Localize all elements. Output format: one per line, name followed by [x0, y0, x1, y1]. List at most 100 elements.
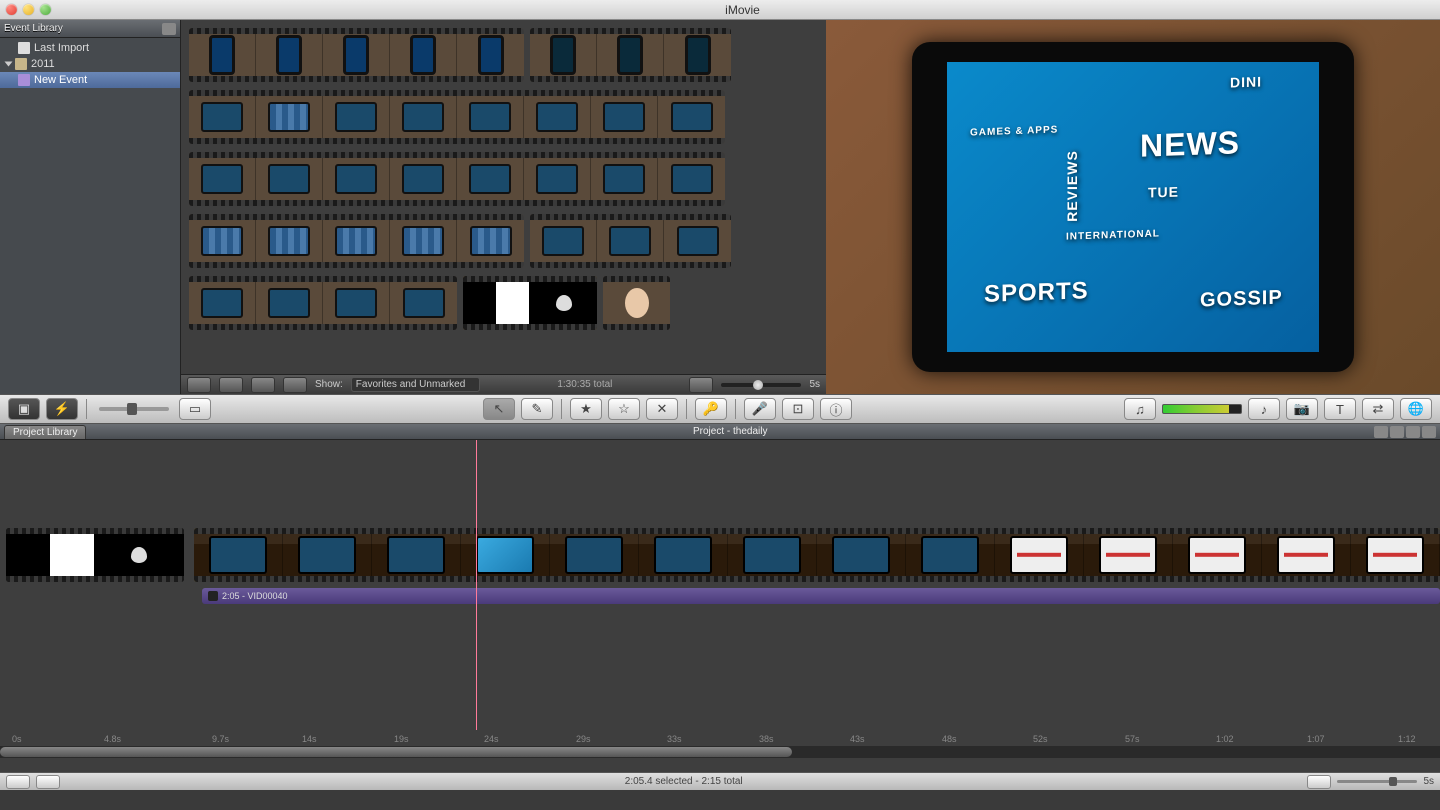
ruler-tick: 1:07: [1307, 734, 1325, 744]
play-fullscreen-button[interactable]: [219, 377, 243, 393]
unmark-button[interactable]: ☆: [608, 398, 640, 420]
maps-browser-button[interactable]: 🌐: [1400, 398, 1432, 420]
thumbnail-size-toggle[interactable]: [689, 377, 713, 393]
playhead[interactable]: [476, 440, 477, 730]
event-clip-selected[interactable]: [463, 276, 597, 330]
project-view-controls: [1374, 426, 1440, 438]
event-clip[interactable]: [189, 276, 457, 330]
news-tile: TUE: [1148, 183, 1179, 200]
separator: [735, 399, 736, 419]
ruler-tick: 33s: [667, 734, 682, 744]
ruler-tick: 57s: [1125, 734, 1140, 744]
view-option-button[interactable]: [1422, 426, 1436, 438]
crop-button[interactable]: ⊡: [782, 398, 814, 420]
tree-label: Last Import: [34, 42, 89, 54]
play-project-button[interactable]: [36, 775, 60, 789]
timeline-zoom-slider[interactable]: [1337, 780, 1417, 783]
news-tile: NEWS: [1140, 124, 1240, 164]
event-clip[interactable]: [189, 90, 725, 144]
event-clip[interactable]: [530, 214, 731, 268]
news-tile: INTERNATIONAL: [1066, 229, 1160, 243]
event-icon: [18, 74, 30, 86]
favorite-button[interactable]: ★: [570, 398, 602, 420]
show-filter-select[interactable]: Favorites and Unmarked: [351, 377, 481, 392]
inspector-button[interactable]: ⓘ: [820, 398, 852, 420]
ruler-tick: 38s: [759, 734, 774, 744]
separator: [561, 399, 562, 419]
view-option-button[interactable]: [1406, 426, 1420, 438]
audio-skim-toggle[interactable]: ♫: [1124, 398, 1156, 420]
project-library-tab[interactable]: Project Library: [4, 425, 86, 439]
timeline-ruler: 0s 4.8s 9.7s 14s 19s 24s 29s 33s 38s 43s…: [6, 734, 1440, 746]
event-clip[interactable]: [189, 152, 725, 206]
tree-item-new-event[interactable]: New Event: [0, 72, 180, 88]
view-option-button[interactable]: [1390, 426, 1404, 438]
scrollbar-thumb[interactable]: [0, 747, 792, 757]
titlebar: iMovie: [0, 0, 1440, 20]
thumbnail-toggle[interactable]: [1307, 775, 1331, 789]
ruler-tick: 48s: [942, 734, 957, 744]
timeline-audio-clip[interactable]: 2:05 - VID00040: [202, 588, 1440, 604]
tree-item-year-2011[interactable]: 2011: [0, 56, 180, 72]
play-fullscreen-button[interactable]: [6, 775, 30, 789]
selection-status: 2:05.4 selected - 2:15 total: [66, 776, 1301, 787]
event-tree: Last Import 2011 New Event: [0, 38, 180, 90]
event-clip[interactable]: [530, 28, 731, 82]
news-tile: SPORTS: [984, 278, 1089, 310]
transition-browser-button[interactable]: ⇄: [1362, 398, 1394, 420]
close-window-button[interactable]: [6, 4, 17, 15]
minimize-window-button[interactable]: [23, 4, 34, 15]
app-title: iMovie: [51, 3, 1434, 17]
zoom-window-button[interactable]: [40, 4, 51, 15]
speaker-icon: [208, 591, 218, 601]
event-browser[interactable]: Show: Favorites and Unmarked 1:30:35 tot…: [181, 20, 826, 394]
ruler-tick: 0s: [12, 734, 22, 744]
event-clip[interactable]: [603, 276, 670, 330]
reject-button[interactable]: ✕: [646, 398, 678, 420]
window-controls: [6, 4, 51, 15]
tree-item-last-import[interactable]: Last Import: [0, 40, 180, 56]
ipad-device: NEWS SPORTS GOSSIP REVIEWS GAMES & APPS …: [912, 42, 1354, 371]
ruler-tick: 24s: [484, 734, 499, 744]
tree-label: New Event: [34, 74, 87, 86]
import-icon: [18, 42, 30, 54]
viewer-frame: NEWS SPORTS GOSSIP REVIEWS GAMES & APPS …: [826, 20, 1440, 394]
event-clip[interactable]: [189, 28, 524, 82]
timeline-scrollbar[interactable]: [0, 746, 1440, 758]
event-clip[interactable]: [189, 214, 524, 268]
photo-browser-button[interactable]: 📷: [1286, 398, 1318, 420]
view-option-button[interactable]: [1374, 426, 1388, 438]
preview-viewer[interactable]: NEWS SPORTS GOSSIP REVIEWS GAMES & APPS …: [826, 20, 1440, 394]
event-library-sidebar: Event Library Last Import 2011 New Event: [0, 20, 181, 394]
title-browser-button[interactable]: T: [1324, 398, 1356, 420]
ruler-tick: 9.7s: [212, 734, 229, 744]
edit-tool-button[interactable]: ✎: [521, 398, 553, 420]
timeline-clip-selected[interactable]: [194, 528, 1440, 582]
news-tile: DINI: [1230, 73, 1262, 90]
play-button[interactable]: [251, 377, 275, 393]
news-tile: GOSSIP: [1200, 287, 1283, 313]
event-library-title: Event Library: [4, 23, 63, 34]
event-total-duration: 1:30:35 total: [488, 379, 681, 390]
project-title: Project - thedaily: [86, 426, 1374, 437]
ruler-tick: 52s: [1033, 734, 1048, 744]
swap-layout-button[interactable]: [187, 377, 211, 393]
thumbnail-zoom-value: 5s: [809, 379, 820, 390]
import-movies-button[interactable]: ⚡: [46, 398, 78, 420]
arrow-tool-button[interactable]: ↖: [483, 398, 515, 420]
ruler-tick: 19s: [394, 734, 409, 744]
voiceover-button[interactable]: 🎤: [744, 398, 776, 420]
keyword-button[interactable]: 🔑: [695, 398, 727, 420]
upper-pane: Event Library Last Import 2011 New Event: [0, 20, 1440, 394]
ipad-screen: NEWS SPORTS GOSSIP REVIEWS GAMES & APPS …: [947, 62, 1318, 352]
import-camera-button[interactable]: ▣: [8, 398, 40, 420]
project-timeline[interactable]: 2:05 - VID00040 0s 4.8s 9.7s 14s 19s 24s…: [0, 440, 1440, 772]
project-header: Project Library Project - thedaily: [0, 424, 1440, 440]
music-browser-button[interactable]: ♪: [1248, 398, 1280, 420]
frame-size-icon[interactable]: ▭: [179, 398, 211, 420]
thumbnail-zoom-slider[interactable]: [721, 383, 801, 387]
sidebar-toggle-icon[interactable]: [162, 23, 176, 35]
frame-size-slider[interactable]: [99, 407, 169, 411]
timeline-clip[interactable]: [6, 528, 184, 582]
search-button[interactable]: [283, 377, 307, 393]
